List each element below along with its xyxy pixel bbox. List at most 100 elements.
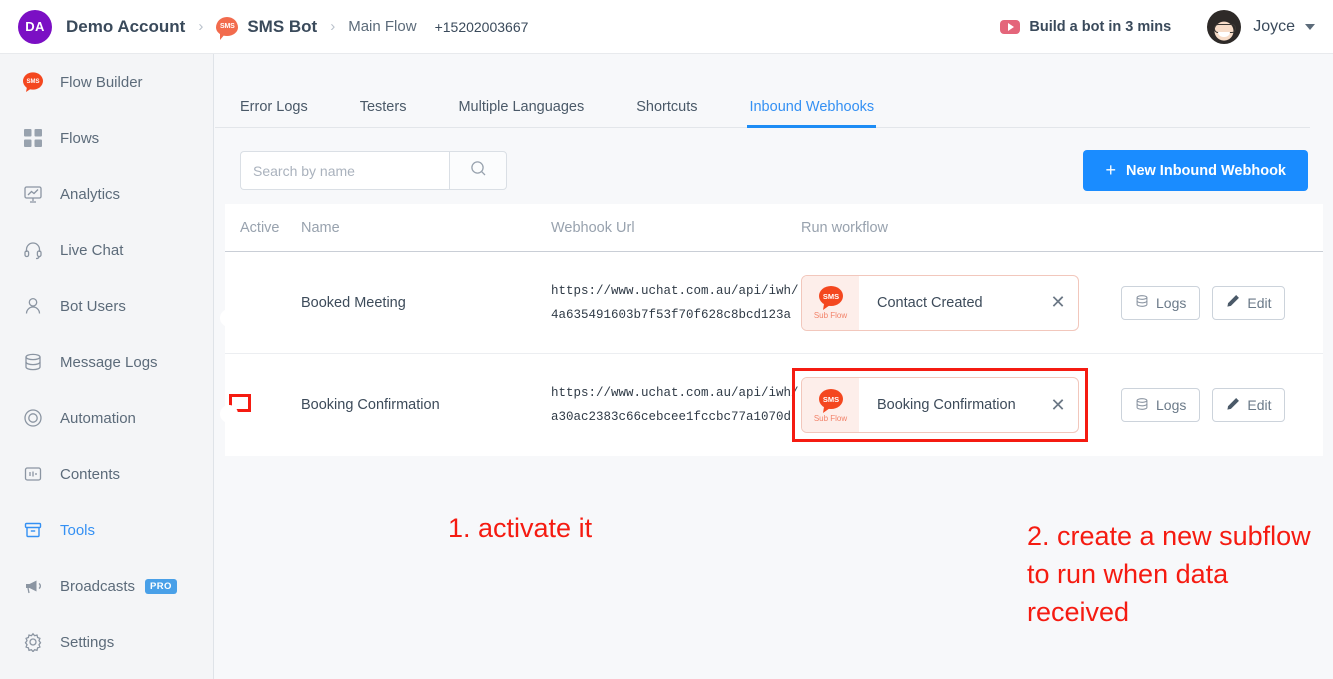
header-right-group: Build a bot in 3 mins Joyce	[1000, 9, 1315, 44]
tab-inbound-webhooks[interactable]: Inbound Webhooks	[747, 99, 876, 128]
chevron-down-icon[interactable]	[1305, 23, 1315, 30]
account-avatar[interactable]: DA	[18, 9, 52, 44]
subflow-icon: SMS Sub Flow	[802, 275, 859, 330]
sidebar-item-label: Contents	[60, 465, 121, 483]
logs-button[interactable]: Logs	[1121, 388, 1201, 422]
webhook-url-line-2: 4a635491603b7f53f70f628c8bcd123a	[551, 307, 792, 322]
sidebar-item-label: Broadcasts	[60, 577, 136, 595]
sms-bubble-label: SMS	[220, 23, 235, 30]
row-webhook-url[interactable]: https://www.uchat.com.au/api/iwh/ 4a6354…	[551, 279, 801, 327]
sidebar-item-label: Flows	[60, 129, 100, 147]
close-icon[interactable]: ✕	[1038, 292, 1078, 313]
tab-shortcuts[interactable]: Shortcuts	[636, 99, 697, 127]
account-name[interactable]: Demo Account	[66, 17, 185, 37]
sidebar-item-label: Live Chat	[60, 241, 124, 259]
flow-card-wrapper: SMS Sub Flow Contact Created ✕	[801, 274, 1121, 331]
tab-error-logs[interactable]: Error Logs	[240, 99, 308, 127]
sidebar-item-contents[interactable]: Contents	[0, 446, 213, 502]
annotation-activate-it: 1. activate it	[448, 513, 593, 543]
close-icon[interactable]: ✕	[1038, 395, 1078, 416]
row-name: Booking Confirmation	[301, 397, 440, 413]
sidebar-item-message-logs[interactable]: Message Logs	[0, 334, 213, 390]
headset-icon	[22, 239, 44, 261]
top-header-bar: DA Demo Account › SMS SMS Bot › Main Flo…	[0, 0, 1333, 54]
user-icon	[22, 295, 44, 317]
sidebar-item-flow-builder[interactable]: SMS Flow Builder	[0, 54, 213, 110]
build-a-bot-link[interactable]: Build a bot in 3 mins	[1029, 19, 1171, 35]
edit-button[interactable]: Edit	[1212, 285, 1286, 320]
sidebar-item-settings[interactable]: Settings	[0, 614, 213, 670]
sms-bubble-icon: SMS	[22, 71, 44, 93]
search-icon	[470, 160, 487, 182]
column-header-name: Name	[301, 219, 340, 236]
pencil-icon	[1226, 397, 1247, 414]
breadcrumb-chevron-icon-2: ›	[330, 18, 336, 35]
logs-label: Logs	[1156, 397, 1187, 413]
sidebar-item-bot-users[interactable]: Bot Users	[0, 278, 213, 334]
main-content: Error Logs Testers Multiple Languages Sh…	[215, 54, 1333, 679]
webhook-url-line-1: https://www.uchat.com.au/api/iwh/	[551, 386, 799, 400]
row-name: Booked Meeting	[301, 294, 406, 311]
bot-name[interactable]: SMS Bot	[247, 17, 317, 37]
webhook-url-line-1: https://www.uchat.com.au/api/iwh/	[551, 283, 799, 298]
megaphone-icon	[22, 575, 44, 597]
logs-label: Logs	[1156, 294, 1187, 311]
tab-multiple-languages[interactable]: Multiple Languages	[458, 99, 584, 127]
sidebar-item-label: Settings	[60, 633, 115, 651]
avatar[interactable]	[1207, 9, 1242, 44]
edit-label: Edit	[1247, 294, 1272, 311]
search-input[interactable]	[240, 151, 449, 190]
active-toggle-wrapper-highlighted	[220, 394, 251, 423]
tab-bar: Error Logs Testers Multiple Languages Sh…	[215, 80, 1310, 128]
sidebar-item-automation[interactable]: Automation	[0, 390, 213, 446]
plus-icon: +	[1105, 160, 1116, 180]
sidebar-item-live-chat[interactable]: Live Chat	[0, 222, 213, 278]
subflow-card[interactable]: SMS Sub Flow Booking Confirmation ✕	[801, 377, 1079, 433]
pencil-icon	[1226, 294, 1247, 311]
flow-name[interactable]: Main Flow	[348, 18, 416, 35]
sidebar: SMS Flow Builder Flows Analytics Live Ch…	[0, 54, 214, 679]
row-run-workflow: SMS Sub Flow Booking Confirmation ✕	[792, 368, 1121, 442]
grid-icon	[22, 127, 44, 149]
subflow-name: Contact Created	[877, 294, 983, 311]
gear-icon	[22, 631, 44, 653]
sidebar-item-analytics[interactable]: Analytics	[0, 166, 213, 222]
sidebar-item-flows[interactable]: Flows	[0, 110, 213, 166]
sidebar-item-label: Automation	[60, 409, 136, 427]
table-row: Booking Confirmation https://www.uchat.c…	[220, 354, 1323, 456]
webhooks-table: Active Name Webhook Url Run workflow Boo…	[220, 204, 1323, 456]
database-icon	[1135, 294, 1156, 311]
subflow-icon: SMS Sub Flow	[802, 378, 859, 432]
logs-button[interactable]: Logs	[1121, 285, 1201, 320]
pro-badge: PRO	[145, 578, 177, 594]
edit-button[interactable]: Edit	[1212, 388, 1286, 422]
row-run-workflow: SMS Sub Flow Contact Created ✕	[801, 274, 1121, 331]
youtube-play-icon[interactable]	[1000, 19, 1021, 34]
svg-text:SMS: SMS	[822, 395, 838, 404]
column-header-run-workflow: Run workflow	[801, 219, 889, 236]
sidebar-item-label: Bot Users	[60, 297, 126, 315]
phone-number: +15202003667	[434, 18, 529, 35]
toggle-knob	[220, 405, 238, 423]
row-actions: Logs Edit	[1121, 285, 1323, 320]
tab-testers[interactable]: Testers	[360, 99, 407, 127]
breadcrumb-chevron-icon: ›	[198, 18, 204, 35]
subflow-name: Booking Confirmation	[877, 397, 1016, 413]
sidebar-item-label: Message Logs	[60, 353, 158, 371]
sidebar-item-broadcasts[interactable]: Broadcasts PRO	[0, 558, 213, 614]
annotation-create-subflow: 2. create a new subflow to run when data…	[1027, 521, 1311, 627]
new-inbound-webhook-button[interactable]: + New Inbound Webhook	[1083, 150, 1308, 191]
sidebar-item-tools[interactable]: Tools	[0, 502, 213, 558]
row-actions: Logs Edit	[1121, 388, 1323, 422]
contents-icon	[22, 463, 44, 485]
new-inbound-webhook-label: New Inbound Webhook	[1125, 162, 1286, 179]
user-name[interactable]: Joyce	[1253, 18, 1295, 36]
table-row: Booked Meeting https://www.uchat.com.au/…	[220, 252, 1323, 354]
sidebar-item-label: Analytics	[60, 185, 121, 203]
row-webhook-url[interactable]: https://www.uchat.com.au/api/iwh/ a30ac2…	[551, 381, 801, 429]
subflow-type-label: Sub Flow	[813, 311, 848, 320]
subflow-card[interactable]: SMS Sub Flow Contact Created ✕	[801, 274, 1079, 331]
search-button[interactable]	[449, 151, 507, 190]
svg-text:SMS: SMS	[26, 79, 39, 85]
svg-text:SMS: SMS	[822, 292, 838, 301]
